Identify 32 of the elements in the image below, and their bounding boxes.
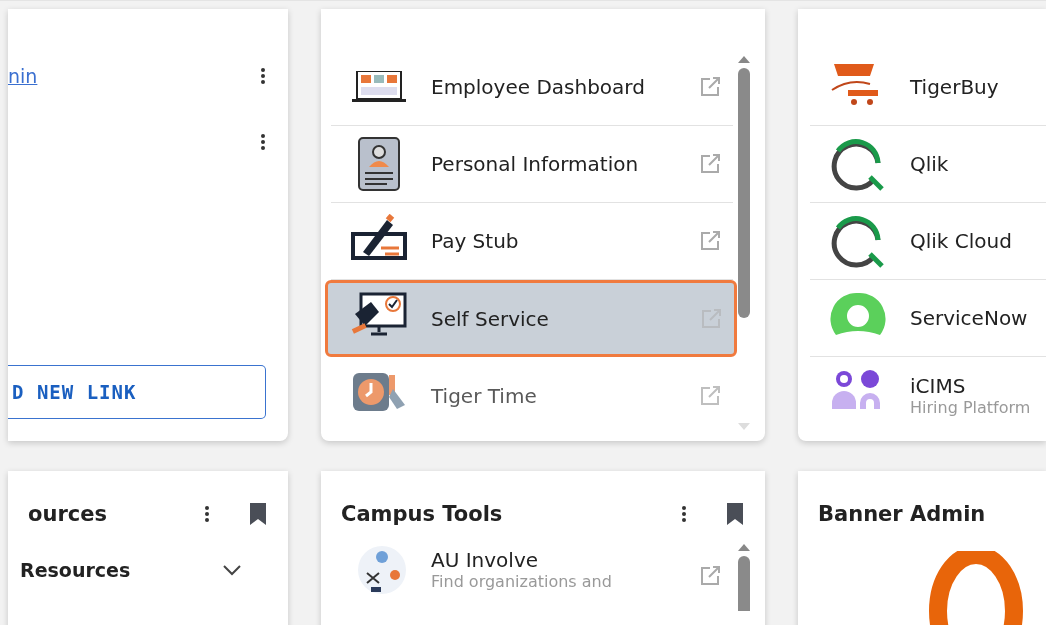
q-ring-icon: [830, 214, 886, 268]
bookmark-icon[interactable]: [250, 503, 266, 525]
service-item[interactable]: Employee Dashboard: [331, 49, 733, 126]
more-options-icon[interactable]: [260, 67, 266, 85]
service-item[interactable]: iCIMS Hiring Platform: [810, 357, 1046, 434]
service-item[interactable]: Tiger Time: [331, 357, 733, 434]
accordion-header[interactable]: Resources: [8, 533, 288, 581]
ring-logo-icon: [928, 551, 1024, 625]
service-item[interactable]: Qlik Cloud: [810, 203, 1046, 280]
card-title: ources: [28, 502, 108, 526]
service-item[interactable]: TigerBuy: [810, 49, 1046, 126]
service-item[interactable]: Self Service: [325, 280, 737, 357]
globe-collage-icon: [357, 544, 407, 594]
bookmark-icon[interactable]: [727, 503, 743, 525]
laptop-dashboard-icon: [351, 71, 407, 103]
service-item[interactable]: Qlik: [810, 126, 1046, 203]
card-title: Banner Admin: [818, 502, 987, 526]
link[interactable]: nin: [8, 65, 38, 87]
more-options-icon[interactable]: [204, 505, 210, 523]
service-item[interactable]: Personal Information: [331, 126, 733, 203]
more-options-icon[interactable]: [681, 505, 687, 523]
card-title: Campus Tools: [341, 502, 504, 526]
external-link-icon[interactable]: [699, 230, 721, 252]
external-link-icon[interactable]: [699, 565, 721, 587]
q-ring-icon: [830, 137, 886, 191]
service-item[interactable]: ServiceNow: [810, 280, 1046, 357]
external-link-icon[interactable]: [699, 384, 721, 407]
external-link-icon[interactable]: [699, 153, 721, 175]
external-link-icon[interactable]: [699, 76, 721, 98]
add-link-button[interactable]: D NEW LINK: [8, 365, 266, 419]
more-options-icon[interactable]: [260, 133, 266, 151]
tool-item[interactable]: AU Involve Find organizations and: [335, 537, 733, 601]
